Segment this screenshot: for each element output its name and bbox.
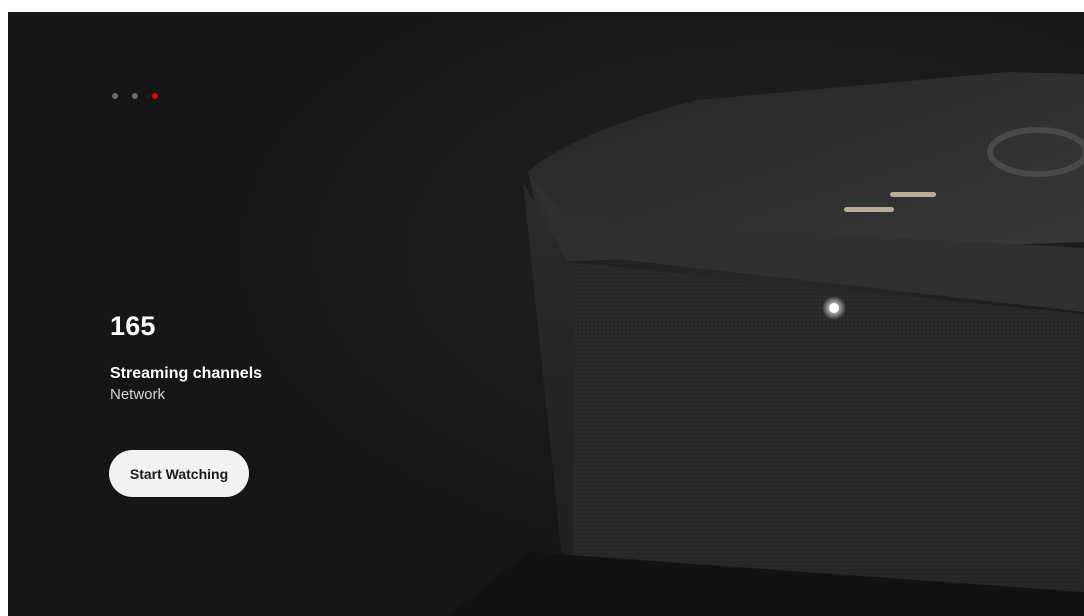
start-watching-button[interactable]: Start Watching bbox=[109, 450, 249, 497]
channel-count: 165 bbox=[110, 311, 156, 341]
page-dot[interactable] bbox=[132, 93, 138, 99]
carousel-pagination bbox=[112, 91, 158, 101]
page-dot-active[interactable] bbox=[152, 93, 158, 99]
page-dot[interactable] bbox=[112, 93, 118, 99]
streaming-box-image bbox=[8, 12, 1084, 616]
hero-provider: Network bbox=[110, 386, 166, 403]
hero-title: Streaming channels bbox=[110, 365, 263, 382]
tv-home-screen: 165 Streaming channels Network Start Wat… bbox=[8, 12, 1084, 616]
